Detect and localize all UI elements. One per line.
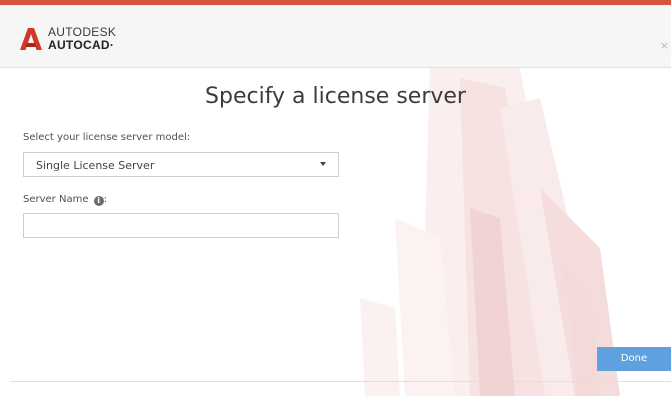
product-brand: AUTODESK AUTOCAD· bbox=[48, 25, 117, 52]
server-name-input[interactable] bbox=[23, 213, 339, 238]
license-model-label: Select your license server model: bbox=[23, 132, 191, 143]
brand-trademark-mark: · bbox=[109, 38, 115, 52]
server-name-label: Server Name i: bbox=[23, 194, 107, 206]
license-model-select[interactable]: Single License Server bbox=[23, 152, 339, 177]
done-button[interactable]: Done bbox=[597, 347, 671, 371]
server-name-label-text: Server Name bbox=[23, 194, 89, 205]
info-icon[interactable]: i bbox=[93, 196, 104, 206]
autocad-a-logo-icon bbox=[20, 28, 42, 50]
server-name-label-colon: : bbox=[103, 194, 108, 205]
brand-company: AUTODESK bbox=[48, 25, 117, 39]
brand-product: AUTOCAD bbox=[48, 38, 110, 52]
license-model-value: Single License Server bbox=[36, 159, 155, 172]
footer-divider bbox=[10, 381, 671, 382]
page-title: Specify a license server bbox=[205, 84, 466, 109]
dialog-header: AUTODESK AUTOCAD· × bbox=[0, 5, 671, 68]
chevron-down-icon bbox=[320, 162, 326, 166]
close-icon[interactable]: × bbox=[660, 39, 669, 52]
